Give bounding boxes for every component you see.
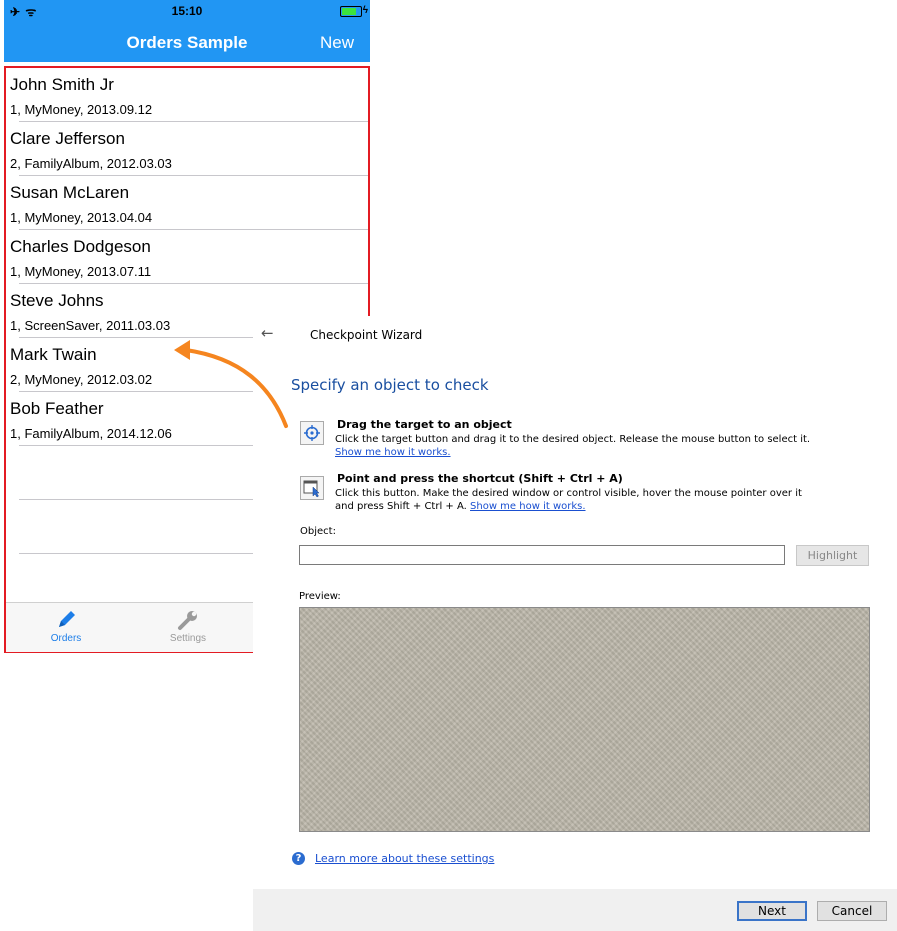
- list-item[interactable]: Susan McLaren 1, MyMoney, 2013.04.04: [6, 176, 368, 230]
- show-me-link[interactable]: Show me how it works.: [470, 501, 586, 512]
- tab-settings[interactable]: Settings: [128, 607, 248, 644]
- option-point-text: and press Shift + Ctrl + A.: [335, 501, 467, 512]
- order-detail: 2, FamilyAlbum, 2012.03.03: [10, 156, 172, 171]
- back-arrow-icon[interactable]: ←: [261, 324, 274, 342]
- option-point-title: Point and press the shortcut (Shift + Ct…: [337, 472, 623, 485]
- tab-label: Orders: [50, 633, 82, 644]
- order-detail: 1, MyMoney, 2013.09.12: [10, 102, 153, 117]
- nav-bar: Orders Sample New: [4, 22, 370, 62]
- order-detail: 1, MyMoney, 2013.07.11: [10, 264, 152, 279]
- option-drag-title: Drag the target to an object: [337, 418, 512, 431]
- option-drag-desc: Click the target button and drag it to t…: [335, 433, 810, 459]
- order-detail: 1, ScreenSaver, 2011.03.03: [10, 318, 171, 333]
- order-name: Susan McLaren: [10, 183, 130, 202]
- next-button[interactable]: Next: [737, 901, 807, 921]
- order-name: John Smith Jr: [10, 75, 114, 94]
- object-field[interactable]: [299, 545, 785, 565]
- preview-label: Preview:: [299, 591, 341, 602]
- page-heading: Specify an object to check: [291, 376, 489, 394]
- list-item[interactable]: Clare Jefferson 2, FamilyAlbum, 2012.03.…: [6, 122, 368, 176]
- show-me-link[interactable]: Show me how it works.: [335, 447, 451, 458]
- checkpoint-wizard-dialog: ← Checkpoint Wizard Specify an object to…: [253, 316, 897, 931]
- nav-title: Orders Sample: [126, 33, 248, 52]
- order-detail: 2, MyMoney, 2012.03.02: [10, 372, 153, 387]
- option-point-desc: Click this button. Make the desired wind…: [335, 487, 802, 513]
- tab-orders[interactable]: Orders: [6, 607, 126, 644]
- new-button[interactable]: New: [320, 33, 354, 53]
- drag-target-button[interactable]: [300, 421, 324, 445]
- battery-icon: ϟ: [340, 5, 368, 17]
- dialog-title: Checkpoint Wizard: [310, 328, 423, 342]
- object-label: Object:: [300, 526, 336, 537]
- list-item[interactable]: John Smith Jr 1, MyMoney, 2013.09.12: [6, 68, 368, 122]
- order-name: Clare Jefferson: [10, 129, 125, 148]
- help-icon: ?: [292, 852, 305, 865]
- order-name: Mark Twain: [10, 345, 97, 364]
- option-point-text: Click this button. Make the desired wind…: [335, 488, 802, 499]
- status-bar: ✈ ᯤ 15:10 ϟ: [4, 0, 370, 22]
- highlight-button[interactable]: Highlight: [796, 545, 869, 566]
- tab-label: Settings: [169, 633, 207, 644]
- pencil-icon: [59, 611, 75, 627]
- option-drag-text: Click the target button and drag it to t…: [335, 434, 811, 445]
- order-detail: 1, FamilyAlbum, 2014.12.06: [10, 426, 172, 441]
- point-shortcut-button[interactable]: [300, 476, 324, 500]
- wrench-icon: [178, 611, 197, 630]
- learn-more-link[interactable]: Learn more about these settings: [315, 852, 494, 865]
- pointer-window-icon: [303, 480, 320, 498]
- status-time: 15:10: [171, 4, 203, 18]
- order-detail: 1, MyMoney, 2013.04.04: [10, 210, 153, 225]
- preview-pane: [299, 607, 870, 832]
- order-name: Steve Johns: [10, 291, 104, 310]
- order-name: Bob Feather: [10, 399, 104, 418]
- crosshair-icon: [304, 425, 320, 441]
- order-name: Charles Dodgeson: [10, 237, 151, 256]
- cancel-button[interactable]: Cancel: [817, 901, 887, 921]
- dialog-footer: Next Cancel: [253, 889, 897, 931]
- list-item[interactable]: Charles Dodgeson 1, MyMoney, 2013.07.11: [6, 230, 368, 284]
